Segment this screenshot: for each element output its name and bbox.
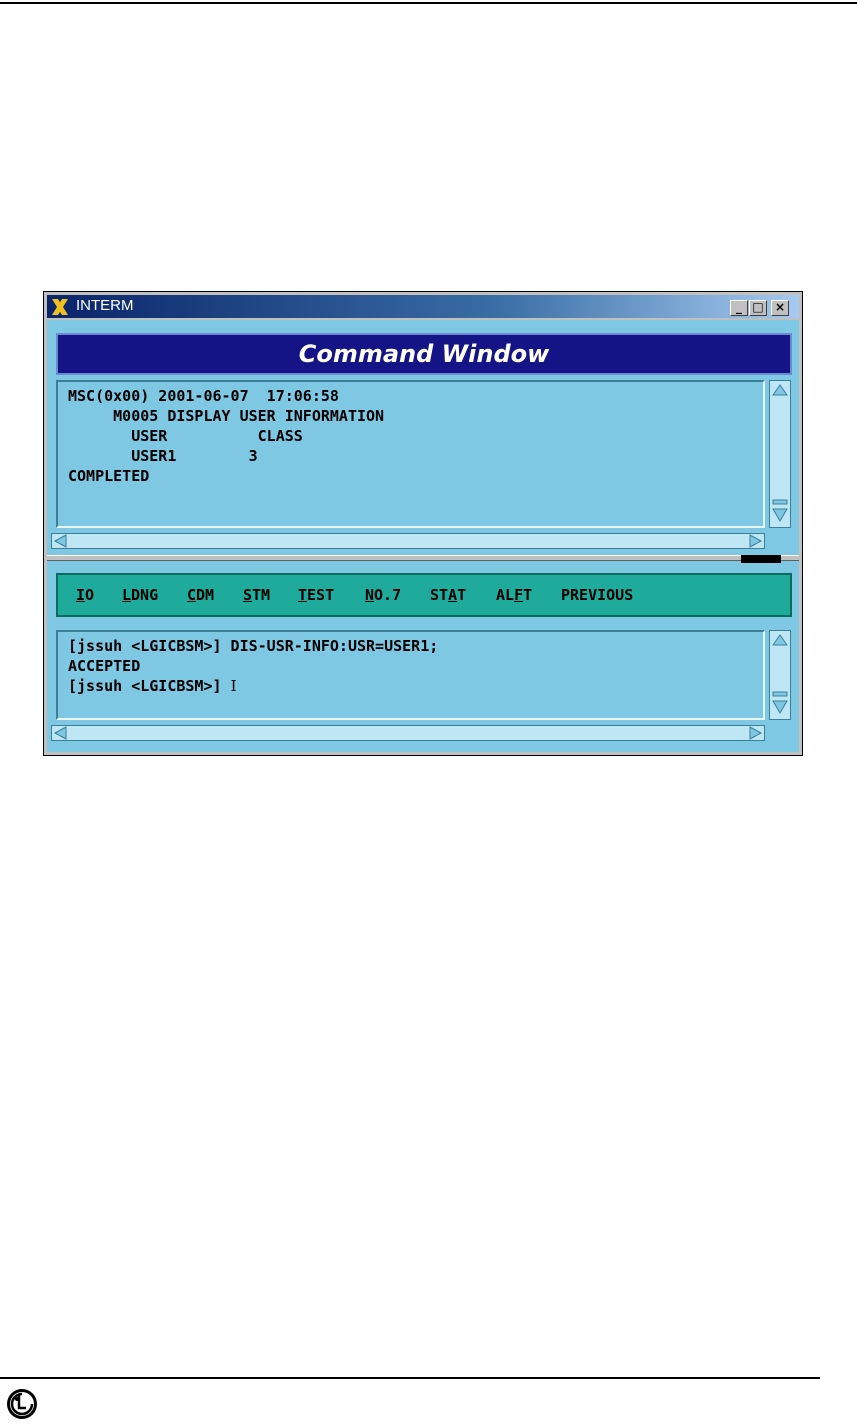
output-panel[interactable]: MSC(0x00) 2001-06-07 17:06:58 M0005 DISP… [56,380,765,528]
pane-divider[interactable] [47,555,799,561]
output-line: USER1 3 [68,447,258,465]
menu-label: AL [496,586,515,604]
logo-text: LG [22,1417,24,1419]
page-top-rule [0,2,857,4]
menu-label: PREVIOUS [561,586,634,604]
menu-label: L [122,586,132,604]
window-title: INTERM [76,297,134,314]
input-horizontal-scrollbar[interactable] [51,725,765,741]
window-client: Command Window MSC(0x00) 2001-06-07 17:0… [47,320,799,752]
menu-item-io[interactable]: IO [76,586,94,604]
menu-label: T [523,586,533,604]
x-app-icon [52,299,68,315]
menu-label: T [298,586,308,604]
text-cursor-icon: I [230,677,237,695]
menu-label: T [457,586,467,604]
scroll-left-arrow-icon[interactable] [53,726,69,740]
output-line: M0005 DISPLAY USER INFORMATION [68,407,385,425]
menu-label: DNG [131,586,159,604]
menu-item-stm[interactable]: STM [243,586,270,604]
menu-item-previous[interactable]: PREVIOUS [561,586,633,604]
menu-label: C [187,586,197,604]
pane-resize-handle[interactable] [741,555,781,563]
menu-label: I [76,586,86,604]
scroll-left-arrow-icon[interactable] [53,534,69,548]
menu-item-alft[interactable]: ALFT [496,586,532,604]
menu-item-stat[interactable]: STAT [430,586,466,604]
maximize-button[interactable]: □ [749,300,767,316]
menu-label: F [514,586,524,604]
menu-item-ldng[interactable]: LDNG [122,586,158,604]
input-line: [jssuh <LGICBSM>] DIS-USR-INFO:USR=USER1… [68,637,439,655]
scroll-right-arrow-icon[interactable] [747,726,763,740]
command-window-header: Command Window [56,333,792,375]
lg-logo-icon: LG [7,1389,37,1419]
menu-item-cdm[interactable]: CDM [187,586,214,604]
output-vertical-scrollbar[interactable] [769,380,791,528]
output-line: COMPLETED [68,467,150,485]
minimize-icon: _ [736,300,742,314]
menu-label: O [85,586,95,604]
menu-item-test[interactable]: TEST [298,586,334,604]
input-prompt: [jssuh <LGICBSM>] [68,677,222,695]
scroll-right-arrow-icon[interactable] [747,534,763,548]
menu-label: S [243,586,253,604]
input-vertical-scrollbar[interactable] [769,630,791,720]
close-button[interactable]: × [771,300,789,316]
scroll-up-arrow-icon[interactable] [770,383,790,397]
menu-label: DM [196,586,215,604]
scroll-down-arrow-icon[interactable] [770,499,790,523]
menu-label: O.7 [374,586,402,604]
close-icon: × [774,300,786,314]
interm-window: INTERM _ □ × Command Window MSC(0x00) 20… [43,291,803,756]
output-horizontal-scrollbar[interactable] [51,533,765,549]
output-line: MSC(0x00) 2001-06-07 17:06:58 [68,387,339,405]
command-input-panel[interactable]: [jssuh <LGICBSM>] DIS-USR-INFO:USR=USER1… [56,630,765,720]
title-bar[interactable]: INTERM _ □ × [47,295,799,318]
maximize-icon: □ [752,300,764,314]
menu-label: N [365,586,375,604]
input-prompt-row[interactable]: [jssuh <LGICBSM>] I [68,676,763,696]
menu-item-no7[interactable]: NO.7 [365,586,401,604]
menu-label: ST [430,586,449,604]
command-menu-bar: IO LDNG CDM STM TEST NO.7 STAT ALFT PREV… [56,573,792,617]
menu-label: A [448,586,458,604]
scroll-up-arrow-icon[interactable] [770,633,790,647]
minimize-button[interactable]: _ [730,300,748,316]
page-bottom-rule [0,1377,820,1379]
output-line: USER CLASS [68,427,303,445]
scroll-down-arrow-icon[interactable] [770,691,790,715]
input-line: ACCEPTED [68,657,141,675]
menu-label: TM [252,586,271,604]
menu-label: EST [307,586,335,604]
